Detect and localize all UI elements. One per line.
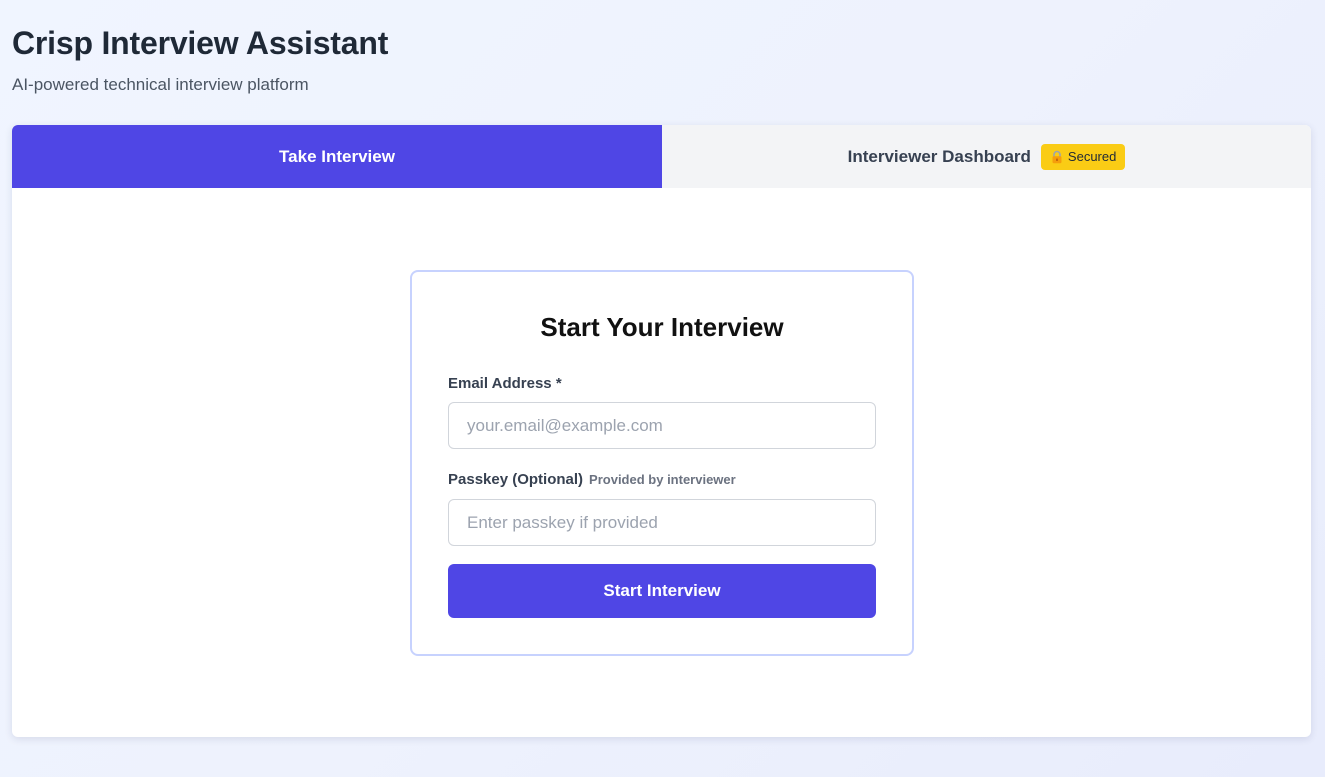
app-title: Crisp Interview Assistant — [12, 25, 389, 61]
passkey-input[interactable] — [448, 499, 876, 546]
secured-badge: Secured — [1040, 143, 1126, 170]
tab-interviewer-dashboard[interactable]: Interviewer Dashboard Secured — [662, 125, 1311, 188]
tab-interviewer-dashboard-label: Interviewer Dashboard — [847, 146, 1031, 166]
start-interview-form: Start Your Interview Email Address * Pas… — [410, 270, 914, 656]
email-label-text: Email Address * — [448, 375, 562, 392]
secured-badge-label: Secured — [1067, 149, 1117, 164]
form-title: Start Your Interview — [540, 312, 784, 342]
email-label: Email Address * — [448, 374, 562, 394]
tab-take-interview[interactable]: Take Interview — [12, 125, 662, 188]
email-input[interactable] — [448, 402, 876, 449]
passkey-label-text: Passkey (Optional) — [448, 471, 584, 488]
app-subtitle: AI-powered technical interview platform — [12, 75, 309, 94]
lock-icon — [1050, 150, 1064, 164]
passkey-hint: Provided by interviewer — [589, 472, 736, 487]
start-interview-button[interactable]: Start Interview — [448, 564, 876, 618]
tab-take-interview-label: Take Interview — [279, 146, 395, 166]
passkey-label: Passkey (Optional) Provided by interviewe… — [448, 470, 736, 490]
main-card: Take Interview Interviewer Dashboard Sec… — [12, 125, 1311, 737]
tab-bar: Take Interview Interviewer Dashboard Sec… — [12, 125, 1311, 188]
